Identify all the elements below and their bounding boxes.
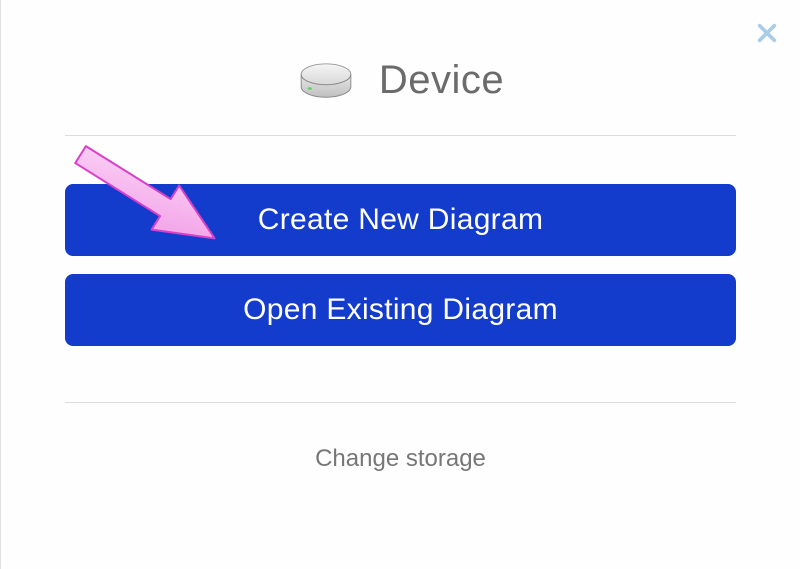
change-storage-link[interactable]: Change storage (315, 445, 486, 472)
dialog-title: Device (379, 58, 504, 103)
action-buttons: Create New Diagram Open Existing Diagram (65, 184, 736, 346)
create-new-diagram-button[interactable]: Create New Diagram (65, 184, 736, 256)
dialog-header: Device (1, 0, 800, 107)
divider-bottom (65, 402, 736, 403)
open-existing-diagram-button[interactable]: Open Existing Diagram (65, 274, 736, 346)
hard-drive-icon (297, 60, 355, 102)
storage-dialog: Device Create New Diagram Open Existing … (0, 0, 800, 569)
divider-top (65, 135, 736, 136)
change-storage-row: Change storage (1, 445, 800, 473)
close-icon (756, 22, 778, 44)
close-button[interactable] (756, 22, 778, 44)
